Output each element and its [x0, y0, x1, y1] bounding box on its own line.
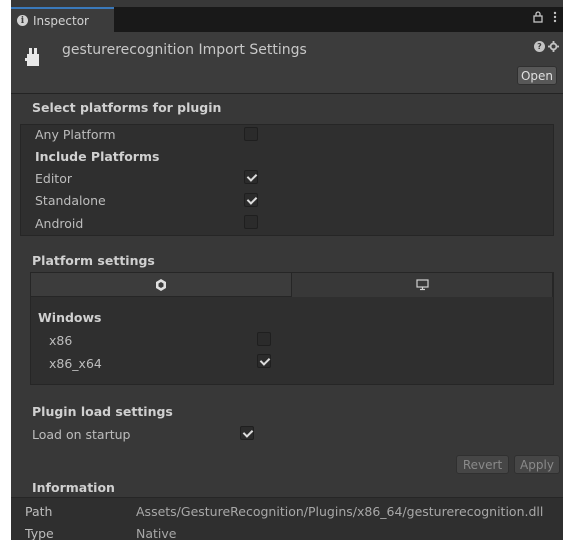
windows-label: Windows	[38, 310, 102, 325]
load-on-startup-label: Load on startup	[32, 427, 131, 442]
type-value: Native	[136, 526, 177, 540]
information-box: Path Assets/GestureRecognition/Plugins/x…	[11, 497, 563, 540]
settings-gear-icon[interactable]	[548, 41, 559, 55]
x86-label: x86	[49, 333, 73, 348]
tab-inspector[interactable]: i Inspector	[11, 7, 114, 32]
unity-tab[interactable]	[31, 273, 292, 297]
tab-bar: i Inspector	[11, 7, 563, 32]
tab-label: Inspector	[33, 13, 89, 28]
editor-checkbox[interactable]	[244, 170, 258, 184]
x86-checkbox[interactable]	[257, 332, 271, 346]
path-value: Assets/GestureRecognition/Plugins/x86_64…	[136, 504, 544, 519]
any-platform-checkbox[interactable]	[244, 127, 258, 141]
any-platform-label: Any Platform	[35, 127, 116, 142]
header-title: gesturerecognition Import Settings	[62, 42, 307, 58]
revert-button[interactable]: Revert	[456, 455, 509, 474]
desktop-tab[interactable]	[292, 273, 553, 297]
platform-settings-title: Platform settings	[32, 253, 155, 268]
select-platforms-title: Select platforms for plugin	[32, 100, 222, 115]
standalone-label: Standalone	[35, 193, 106, 208]
header-tools: ?	[534, 41, 559, 55]
editor-label: Editor	[35, 171, 72, 186]
platform-tabs	[31, 273, 553, 297]
android-checkbox[interactable]	[244, 215, 258, 229]
plugin-load-title: Plugin load settings	[32, 404, 173, 419]
plugin-icon	[25, 48, 39, 66]
load-on-startup-checkbox[interactable]	[240, 426, 254, 440]
open-button[interactable]: Open	[517, 66, 557, 85]
type-label: Type	[25, 526, 54, 540]
apply-button[interactable]: Apply	[514, 455, 560, 474]
inspector-header: gesturerecognition Import Settings ? Ope…	[11, 32, 563, 94]
android-label: Android	[35, 216, 84, 231]
lock-icon[interactable]	[533, 11, 543, 27]
standalone-checkbox[interactable]	[244, 193, 258, 207]
kebab-menu-icon[interactable]	[553, 11, 557, 27]
x86-64-checkbox[interactable]	[257, 354, 271, 368]
information-title: Information	[32, 480, 115, 495]
platform-settings-box	[30, 272, 554, 385]
help-icon[interactable]: ?	[534, 41, 545, 52]
path-label: Path	[25, 504, 53, 519]
info-icon: i	[17, 15, 28, 26]
monitor-icon	[415, 279, 429, 291]
unity-logo-icon	[156, 278, 166, 291]
x86-64-label: x86_x64	[49, 356, 102, 371]
tab-tools	[533, 11, 557, 27]
include-platforms-label: Include Platforms	[35, 149, 160, 164]
